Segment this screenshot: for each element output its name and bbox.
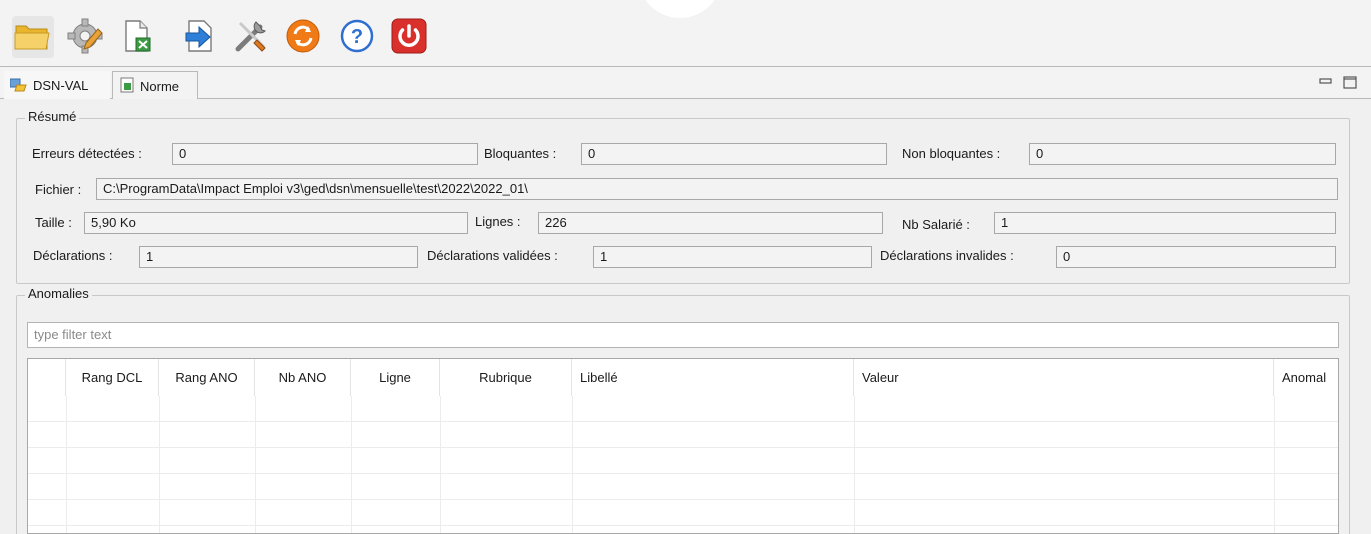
column-header-rubrique[interactable]: Rubrique — [440, 359, 572, 396]
declarations-field[interactable]: 1 — [139, 246, 418, 268]
export-sheet-icon — [121, 18, 153, 57]
quit-button[interactable] — [388, 16, 430, 58]
open-folder-button[interactable] — [12, 16, 54, 58]
import-arrow-icon — [183, 18, 219, 57]
tools-icon — [232, 17, 270, 58]
column-header-valeur[interactable]: Valeur — [854, 359, 1274, 396]
taille-field[interactable]: 5,90 Ko — [84, 212, 468, 234]
column-header-ligne[interactable]: Ligne — [351, 359, 440, 396]
table-row[interactable] — [28, 422, 1338, 448]
nb-salarie-label: Nb Salarié : — [902, 217, 970, 232]
nb-salarie-field[interactable]: 1 — [994, 212, 1336, 234]
import-button[interactable] — [180, 16, 222, 58]
anomalies-title: Anomalies — [25, 286, 92, 301]
fichier-label: Fichier : — [35, 182, 82, 197]
table-row[interactable] — [28, 474, 1338, 500]
settings-gear-icon — [66, 17, 104, 58]
declarations-invalides-field[interactable]: 0 — [1056, 246, 1336, 268]
non-bloquantes-field[interactable]: 0 — [1029, 143, 1336, 165]
table-row[interactable] — [28, 396, 1338, 422]
refresh-button[interactable] — [282, 16, 324, 58]
editor-tab-bar: DSN-VAL Norme — [0, 66, 1371, 100]
power-icon — [390, 17, 428, 58]
column-header-anomalie[interactable]: Anomal — [1274, 359, 1338, 396]
dsn-val-icon — [9, 76, 28, 95]
maximize-view-button[interactable] — [1342, 75, 1358, 89]
erreurs-field[interactable]: 0 — [172, 143, 478, 165]
bloquantes-field[interactable]: 0 — [581, 143, 887, 165]
declarations-validees-label: Déclarations validées : — [427, 248, 558, 263]
fichier-field[interactable]: C:\ProgramData\Impact Emploi v3\ged\dsn\… — [96, 178, 1338, 200]
lignes-label: Lignes : — [475, 214, 521, 229]
refresh-icon — [284, 17, 322, 58]
tab-dsn-val[interactable]: DSN-VAL — [4, 71, 110, 100]
tab-norme[interactable]: Norme — [112, 71, 198, 100]
declarations-label: Déclarations : — [33, 248, 113, 263]
column-header-select[interactable] — [28, 359, 66, 396]
help-icon: ? — [339, 18, 375, 57]
help-button[interactable]: ? — [336, 16, 378, 58]
tab-dsn-val-label: DSN-VAL — [33, 78, 89, 93]
minimize-icon — [1318, 77, 1334, 92]
taille-label: Taille : — [35, 215, 72, 230]
column-header-nb-ano[interactable]: Nb ANO — [255, 359, 351, 396]
tools-button[interactable] — [230, 16, 272, 58]
anomalies-table[interactable]: Rang DCL Rang ANO Nb ANO Ligne Rubrique … — [27, 358, 1339, 534]
bloquantes-label: Bloquantes : — [484, 146, 557, 161]
erreurs-label: Erreurs détectées : — [32, 146, 142, 161]
folder-open-icon — [14, 20, 52, 55]
main-toolbar: ? — [0, 0, 1371, 66]
column-header-rang-dcl[interactable]: Rang DCL — [66, 359, 159, 396]
filter-input[interactable]: type filter text — [27, 322, 1339, 348]
table-row[interactable] — [28, 500, 1338, 526]
column-header-rang-ano[interactable]: Rang ANO — [159, 359, 255, 396]
export-button[interactable] — [116, 16, 158, 58]
maximize-icon — [1342, 76, 1358, 92]
table-row[interactable] — [28, 448, 1338, 474]
settings-button[interactable] — [64, 16, 106, 58]
declarations-invalides-label: Déclarations invalides : — [880, 248, 1014, 263]
non-bloquantes-label: Non bloquantes : — [902, 146, 1001, 161]
column-header-libelle[interactable]: Libellé — [572, 359, 854, 396]
minimize-view-button[interactable] — [1318, 75, 1334, 89]
declarations-validees-field[interactable]: 1 — [593, 246, 872, 268]
resume-title: Résumé — [25, 109, 80, 124]
norme-doc-icon — [119, 77, 135, 96]
svg-text:?: ? — [351, 26, 363, 48]
lignes-field[interactable]: 226 — [538, 212, 883, 234]
window-notch — [638, 0, 722, 18]
dsn-val-view: Résumé Erreurs détectées : 0 Bloquantes … — [0, 99, 1371, 534]
tab-norme-label: Norme — [140, 78, 180, 94]
